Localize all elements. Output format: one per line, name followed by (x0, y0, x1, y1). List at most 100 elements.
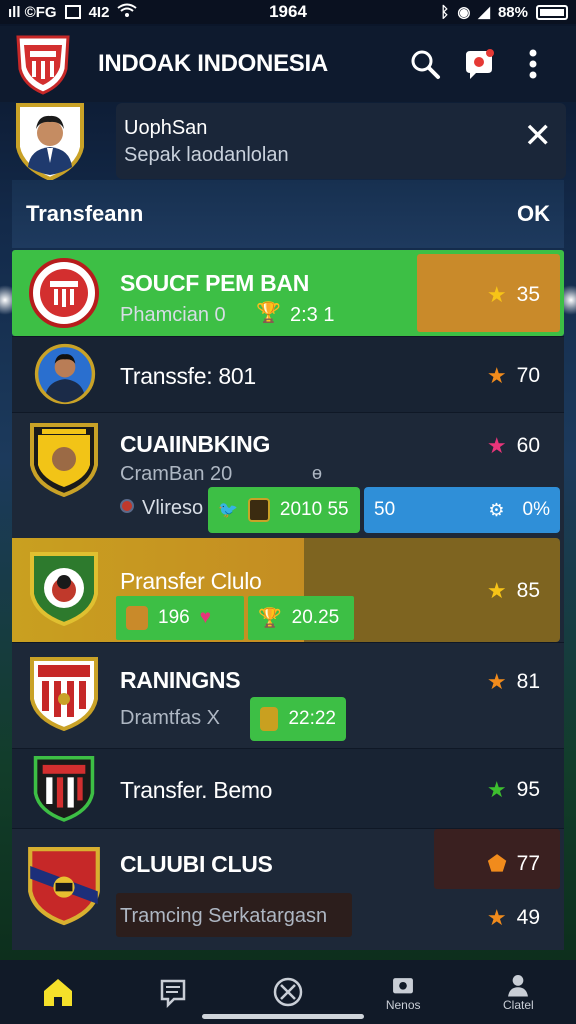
club-name: CUAIINBKING (120, 431, 271, 457)
nav-home[interactable] (13, 964, 103, 1020)
profile-name: UophSan (124, 117, 208, 139)
club-badge-icon (120, 499, 134, 513)
star-icon: ★ (486, 433, 507, 458)
club-subtitle: CramBan 20 (120, 463, 233, 485)
rating-value: 60 (516, 434, 540, 457)
news-icon (160, 979, 186, 1009)
ball-icon (273, 977, 303, 1007)
transfer-list-header: Transfeann OK (12, 180, 564, 248)
status-left-value: 4I2 (88, 3, 110, 21)
list-item[interactable]: SOUCF PEM BAN Phamcian 0 🏆 2:3 1 ★ 35 (12, 250, 564, 336)
profile-subtitle: Sepak laodanlolan (124, 144, 289, 166)
ok-button[interactable]: OK (517, 201, 550, 227)
rating-value: 70 (516, 364, 540, 387)
home-icon (43, 979, 72, 1006)
trophy-icon: 🏆 (256, 302, 281, 324)
list-item[interactable]: CUAIINBKING CramBan 20 ɵ Vlireso 🐦 2010 … (12, 412, 564, 538)
notification-icon (466, 49, 494, 79)
profile-info: UophSan Sepak laodanlolan ✕ (116, 103, 566, 179)
star-icon: ★ (486, 363, 507, 388)
status-left-text: ıll ©FG (8, 3, 57, 21)
transfer-title: Transfer. Bemo (120, 777, 273, 803)
trophy-icon: 🏆 (258, 608, 282, 629)
alarm-icon: ◉ (457, 4, 471, 21)
player-avatar[interactable] (14, 101, 86, 181)
settings-icon: ⚙ (488, 499, 505, 520)
stat-pill: 22:22 (250, 697, 346, 741)
search-button[interactable] (398, 37, 452, 91)
stat-pill: 🐦 2010 55 (208, 487, 360, 533)
club-crest (28, 847, 100, 926)
nav-matches[interactable] (243, 964, 333, 1020)
list-item[interactable]: CLUUBI CLUS Tramcing Serkatargasn ⬟ 77 ★… (12, 828, 564, 950)
notifications-button[interactable] (452, 37, 506, 91)
rating-value: 35 (516, 283, 540, 306)
club-label: Vlireso (142, 497, 204, 519)
app-title: INDOAK INDONESIA (98, 50, 328, 77)
list-item[interactable]: Transfer. Bemo ★ 95 (12, 748, 564, 828)
close-button[interactable]: ✕ (524, 119, 553, 153)
more-vertical-icon (529, 49, 537, 79)
status-bar: ıll ©FG 4I2 1964 ᛒ ◉ ◢ 88% (0, 0, 576, 24)
nav-profile[interactable]: Clatel (473, 964, 563, 1020)
battery-percent: 88% (497, 3, 528, 21)
club-name: CLUUBI CLUS (120, 851, 273, 877)
club-crest (30, 552, 98, 626)
photo-icon (64, 5, 81, 19)
nav-media[interactable]: Nenos (358, 964, 448, 1020)
star-icon: ★ (486, 669, 507, 694)
transfer-title: Pransfer Clulo (120, 568, 262, 594)
home-indicator[interactable] (202, 1014, 364, 1019)
club-crest (33, 756, 95, 822)
club-crest (30, 657, 98, 731)
stat-right: 0% (522, 499, 550, 520)
bird-icon: 🐦 (218, 502, 238, 519)
stat-value: 20.25 (291, 607, 340, 628)
stat-pill: 🏆 20.25 (248, 596, 354, 640)
star-icon: ★ (486, 905, 507, 930)
club-logo (16, 35, 70, 95)
club-subtitle: Tramcing Serkatargasn (120, 905, 328, 927)
club-crest (30, 423, 98, 497)
stat-pill-blue: 50 ⚙ 0% (364, 487, 560, 533)
more-options-button[interactable] (506, 37, 560, 91)
app-bar: INDOAK INDONESIA (0, 26, 576, 102)
nav-label: Clatel (503, 998, 534, 1012)
player-avatar (34, 343, 96, 405)
player-icon (126, 606, 148, 630)
transfer-title: Transsfe: 801 (120, 363, 256, 389)
team-badge-icon (260, 707, 279, 731)
club-name: RANINGNS (120, 667, 241, 693)
nav-label: Nenos (385, 998, 421, 1012)
list-item[interactable]: Pransfer Clulo 196 ♥ 🏆 20.25 ★ 85 (12, 538, 564, 642)
person-icon (508, 975, 529, 997)
rating-value: 95 (516, 778, 540, 801)
list-item[interactable]: RANINGNS Dramtfas X 22:22 ★ 81 (12, 642, 564, 748)
stat-left: 50 (374, 499, 396, 520)
status-time: 1964 (269, 2, 307, 21)
club-subtitle: Phamcian 0 (120, 304, 226, 326)
nav-news[interactable] (128, 964, 218, 1020)
bluetooth-icon: ᛒ (440, 3, 450, 21)
signal-icon: ◢ (478, 4, 490, 21)
rating-value-secondary: 49 (516, 906, 540, 929)
rating-value: 85 (516, 579, 540, 602)
club-subtitle: Dramtfas X (120, 707, 221, 729)
battery-icon (536, 4, 568, 20)
stat-value: 196 (158, 607, 190, 628)
club-crest (29, 258, 99, 328)
profile-card: UophSan Sepak laodanlolan ✕ (14, 101, 566, 181)
wifi-icon (117, 3, 138, 21)
dropdown-icon: ɵ (312, 463, 323, 483)
stat-pill: 196 ♥ (116, 596, 244, 640)
stat-value: 22:22 (288, 708, 336, 729)
team-badge-icon (247, 498, 270, 522)
list-item[interactable]: Transsfe: 801 ★ 70 (12, 336, 564, 412)
stat-value: 2010 55 (279, 499, 349, 520)
search-icon (411, 50, 440, 79)
camera-icon (393, 978, 414, 994)
club-name: SOUCF PEM BAN (120, 270, 310, 296)
star-icon: ⬟ (487, 851, 507, 876)
star-icon: ★ (486, 777, 507, 802)
rating-value: 77 (516, 852, 540, 875)
